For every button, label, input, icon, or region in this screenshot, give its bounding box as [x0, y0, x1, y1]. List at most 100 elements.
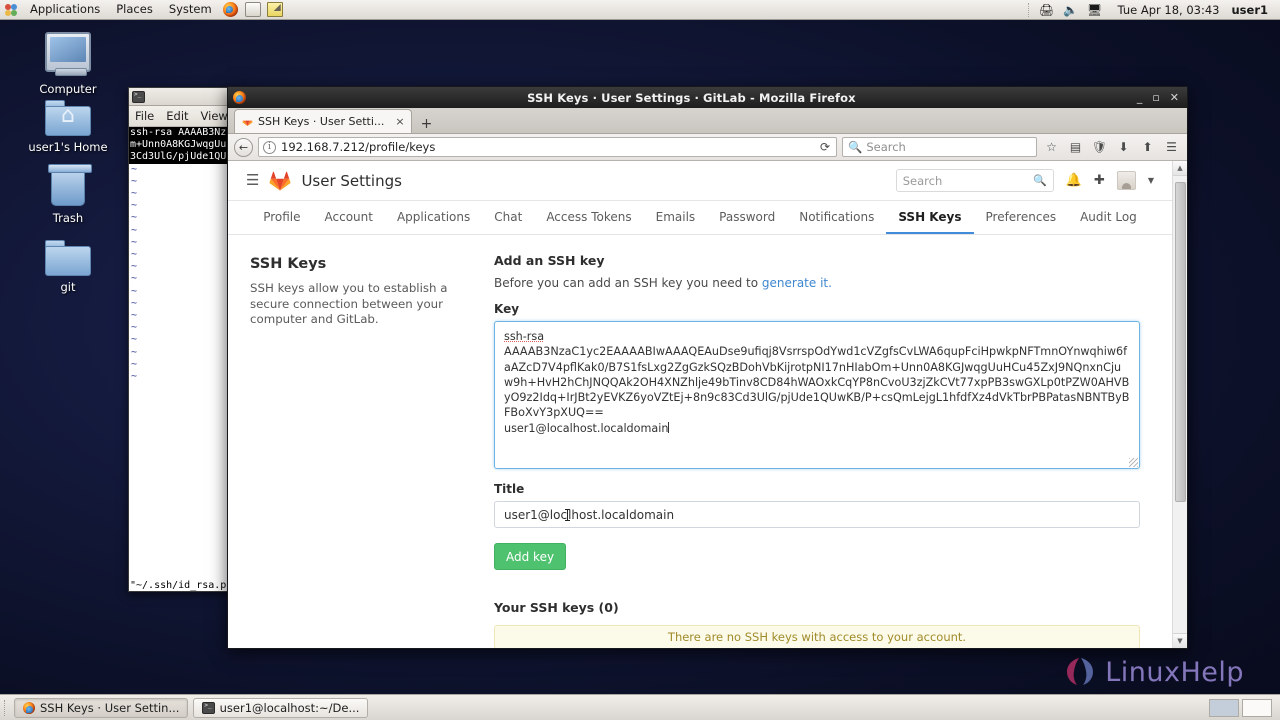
key-textarea[interactable]: ssh-rsa AAAAB3NzaC1yc2EAAAABIwAAAQEAuDse… — [494, 321, 1140, 469]
scrollbar-thumb[interactable] — [1174, 182, 1186, 502]
terminal-tilde-row: ~ — [131, 175, 138, 187]
menu-system[interactable]: System — [161, 0, 220, 19]
tab-account[interactable]: Account — [313, 201, 385, 234]
volume-icon[interactable]: 🔈 — [1060, 0, 1082, 19]
clock[interactable]: Tue Apr 18, 03:43 — [1108, 3, 1230, 17]
terminal-body[interactable]: ssh-rsa AAAAB3Nz m+Unn0A8KGJwqgUu 3Cd3Ul… — [129, 127, 237, 580]
plus-icon[interactable]: ✚ — [1094, 174, 1105, 187]
desktop-icon-label: Computer — [39, 82, 97, 96]
search-input[interactable]: 🔍 Search — [842, 137, 1037, 157]
minimize-button[interactable]: _ — [1137, 92, 1143, 103]
scroll-down-button[interactable]: ▼ — [1172, 633, 1187, 648]
network-icon[interactable]: 🖥 — [1084, 0, 1106, 19]
desktop-icon-git[interactable]: git — [22, 240, 114, 294]
workspace-2[interactable] — [1242, 698, 1272, 717]
menu-applications[interactable]: Applications — [22, 0, 108, 19]
maximize-button[interactable]: ▫ — [1152, 92, 1159, 103]
menu-places[interactable]: Places — [108, 0, 161, 19]
firefox-titlebar[interactable]: SSH Keys · User Settings · GitLab - Mozi… — [228, 87, 1187, 108]
browser-tab[interactable]: SSH Keys · User Setti... × — [234, 109, 412, 133]
your-keys-heading: Your SSH keys (0) — [494, 600, 619, 615]
search-icon: 🔍 — [848, 140, 863, 154]
desktop-icon-home[interactable]: user1's Home — [22, 100, 114, 154]
terminal-window[interactable]: File Edit View ssh-rsa AAAAB3Nz m+Unn0A8… — [128, 87, 238, 592]
avatar[interactable] — [1116, 171, 1136, 190]
bell-icon[interactable]: 🔔 — [1066, 174, 1082, 187]
tab-applications[interactable]: Applications — [385, 201, 482, 234]
terminal-tilde-row: ~ — [131, 334, 138, 346]
terminal-menu-edit[interactable]: Edit — [160, 109, 194, 123]
taskbar-grip[interactable] — [4, 699, 9, 716]
reload-icon[interactable]: ⟳ — [820, 140, 832, 154]
title-value-start: user1@loc — [504, 507, 568, 522]
tab-close-icon[interactable]: × — [389, 115, 404, 128]
sidebar-title: SSH Keys — [250, 256, 327, 272]
help-icon[interactable] — [242, 0, 264, 19]
applications-menu-icon[interactable] — [0, 0, 22, 19]
url-bar[interactable]: i 192.168.7.212/profile/keys ⟳ — [258, 137, 837, 157]
terminal-tilde-row: ~ — [131, 212, 138, 224]
terminal-tilde-row: ~ — [131, 358, 138, 370]
user-menu[interactable]: user1 — [1231, 3, 1272, 17]
page-scrollbar[interactable]: ▲ ▼ — [1172, 161, 1187, 648]
home-folder-icon — [45, 100, 91, 136]
form-heading: Add an SSH key — [494, 253, 605, 268]
shield-icon[interactable]: 🛡 — [1090, 138, 1109, 157]
generate-it-link[interactable]: generate it. — [762, 276, 832, 290]
textarea-resize-handle[interactable] — [1129, 458, 1138, 467]
desktop-icon-label: Trash — [52, 211, 84, 225]
search-placeholder: Search — [866, 140, 906, 154]
tab-notifications[interactable]: Notifications — [787, 201, 886, 234]
terminal-menu-file[interactable]: File — [129, 109, 160, 123]
desktop-icon-label: git — [60, 280, 76, 294]
hamburger-icon[interactable]: ☰ — [246, 173, 259, 188]
tab-chat[interactable]: Chat — [482, 201, 534, 234]
tab-ssh-keys[interactable]: SSH Keys — [886, 201, 974, 234]
chevron-down-icon[interactable]: ▼ — [1148, 176, 1154, 185]
page-content: ☰ User Settings Search 🔍 🔔 ✚ ▼ Profile Ac… — [228, 161, 1172, 648]
taskbar-item-firefox[interactable]: SSH Keys · User Settin... — [14, 697, 189, 718]
tab-access-tokens[interactable]: Access Tokens — [534, 201, 643, 234]
bookmark-star-icon[interactable]: ☆ — [1042, 138, 1061, 157]
downloads-icon[interactable]: ⬇ — [1114, 138, 1133, 157]
desktop-icon-trash[interactable]: Trash — [22, 164, 114, 225]
tab-password[interactable]: Password — [707, 201, 787, 234]
terminal-empty-lines: ~ ~ ~ ~ ~ ~ ~ ~ ~ ~ ~ ~ ~ ~ ~ ~ ~ ~ — [129, 164, 237, 384]
desktop-icon-computer[interactable]: Computer — [22, 32, 114, 96]
home-icon[interactable]: ⬆ — [1138, 138, 1157, 157]
site-info-icon[interactable]: i — [263, 140, 276, 154]
taskbar-item-terminal[interactable]: user1@localhost:~/De... — [193, 697, 369, 718]
tab-preferences[interactable]: Preferences — [974, 201, 1069, 234]
terminal-titlebar[interactable] — [129, 88, 237, 106]
tab-profile[interactable]: Profile — [251, 201, 312, 234]
terminal-icon — [202, 701, 215, 714]
tab-audit-log[interactable]: Audit Log — [1068, 201, 1149, 234]
add-key-button[interactable]: Add key — [494, 543, 567, 570]
title-field[interactable]: user1@loc lhost.localdomain — [494, 501, 1140, 528]
page-title: User Settings — [301, 171, 402, 190]
tab-emails[interactable]: Emails — [644, 201, 708, 234]
firefox-tabbar: SSH Keys · User Setti... × + — [228, 108, 1187, 134]
firefox-window[interactable]: SSH Keys · User Settings · GitLab - Mozi… — [227, 86, 1188, 649]
back-button[interactable]: ← — [234, 137, 253, 157]
settings-main: SSH Keys SSH keys allow you to establish… — [228, 235, 1172, 648]
gitlab-tanuki-icon[interactable] — [269, 170, 291, 192]
firefox-icon[interactable] — [220, 0, 242, 19]
window-title: SSH Keys · User Settings · GitLab - Mozi… — [527, 90, 856, 105]
desktop-icon-label: user1's Home — [28, 140, 108, 154]
text-editor-icon[interactable] — [264, 0, 286, 19]
terminal-tilde-row: ~ — [131, 249, 138, 261]
watermark-text-a: Linux — [1105, 656, 1181, 688]
scroll-up-button[interactable]: ▲ — [1172, 161, 1187, 176]
menu-icon[interactable]: ☰ — [1162, 138, 1181, 157]
new-tab-button[interactable]: + — [412, 117, 441, 133]
terminal-key-line: 3Cd3UlG/pjUde1QU — [129, 151, 237, 164]
close-button[interactable]: ✕ — [1170, 92, 1179, 103]
printer-icon[interactable]: 🖨 — [1036, 0, 1058, 19]
workspace-1[interactable] — [1209, 698, 1239, 717]
helper-prefix: Before you can add an SSH key you need t… — [494, 276, 762, 290]
taskbar-item-label: SSH Keys · User Settin... — [40, 700, 180, 715]
reader-icon[interactable]: ▤ — [1066, 138, 1085, 157]
gitlab-icon — [242, 116, 253, 127]
gitlab-search-input[interactable]: Search 🔍 — [895, 169, 1054, 192]
